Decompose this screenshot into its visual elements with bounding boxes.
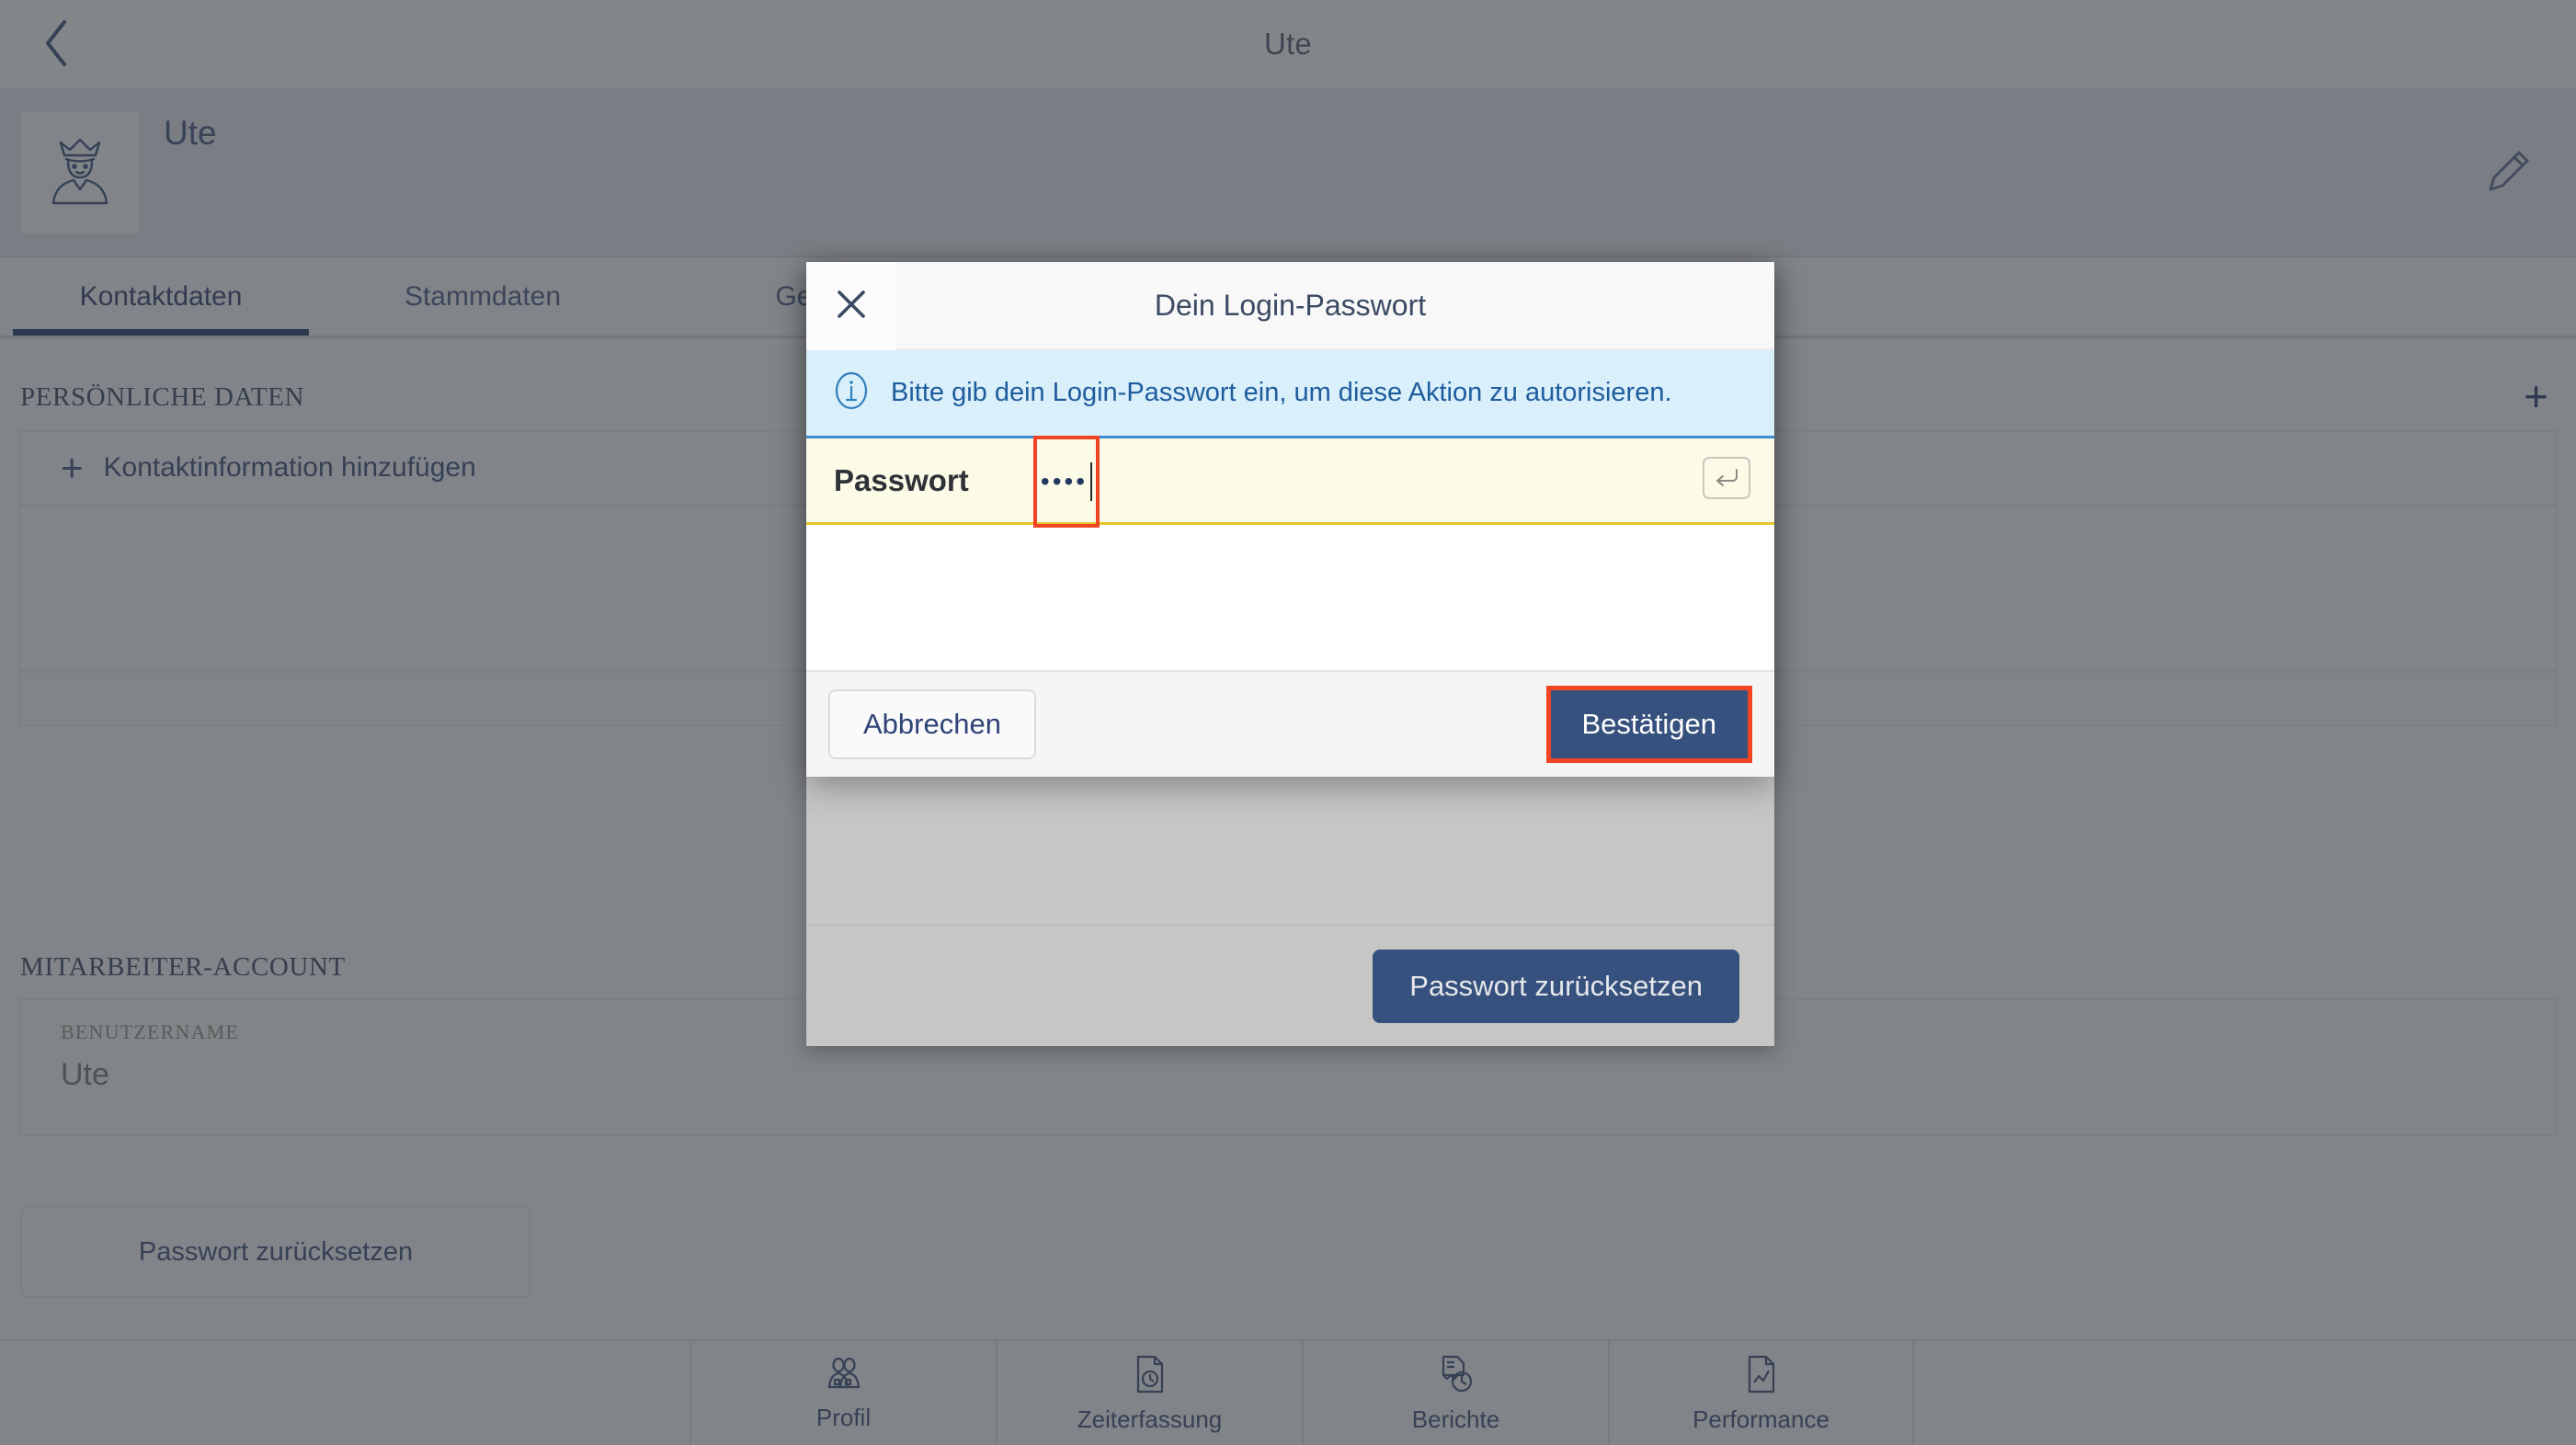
cancel-button[interactable]: Abbrechen — [828, 689, 1036, 759]
enter-return-icon[interactable] — [1703, 457, 1750, 499]
underlying-dialog-footer: Passwort zurücksetzen — [806, 924, 1774, 1046]
login-password-dialog: Dein Login-Passwort Bitte gib dein Login… — [806, 262, 1774, 777]
password-input[interactable]: •••• — [1041, 469, 1088, 495]
close-icon — [834, 287, 869, 326]
info-icon — [832, 370, 871, 416]
password-value-highlight: •••• — [1033, 436, 1100, 528]
dialog-spacer — [806, 525, 1774, 670]
dialog-header: Dein Login-Passwort — [806, 262, 1774, 350]
info-banner: Bitte gib dein Login-Passwort ein, um di… — [806, 350, 1774, 438]
dialog-title: Dein Login-Passwort — [1154, 288, 1427, 322]
password-label: Passwort — [834, 462, 969, 497]
screen-root: Ute Ute Kontaktdaten Stammdaten Geld PER… — [0, 0, 2576, 1445]
underlying-reset-password-button[interactable]: Passwort zurücksetzen — [1373, 949, 1739, 1023]
confirm-button-highlight: Bestätigen — [1545, 686, 1752, 763]
info-text: Bitte gib dein Login-Passwort ein, um di… — [891, 378, 1672, 407]
password-field-row[interactable]: Passwort •••• — [806, 436, 1774, 528]
text-caret — [1090, 462, 1093, 501]
confirm-button[interactable]: Bestätigen — [1550, 690, 1748, 758]
dialog-footer: Abbrechen Bestätigen — [806, 670, 1774, 777]
close-button[interactable] — [806, 262, 896, 350]
